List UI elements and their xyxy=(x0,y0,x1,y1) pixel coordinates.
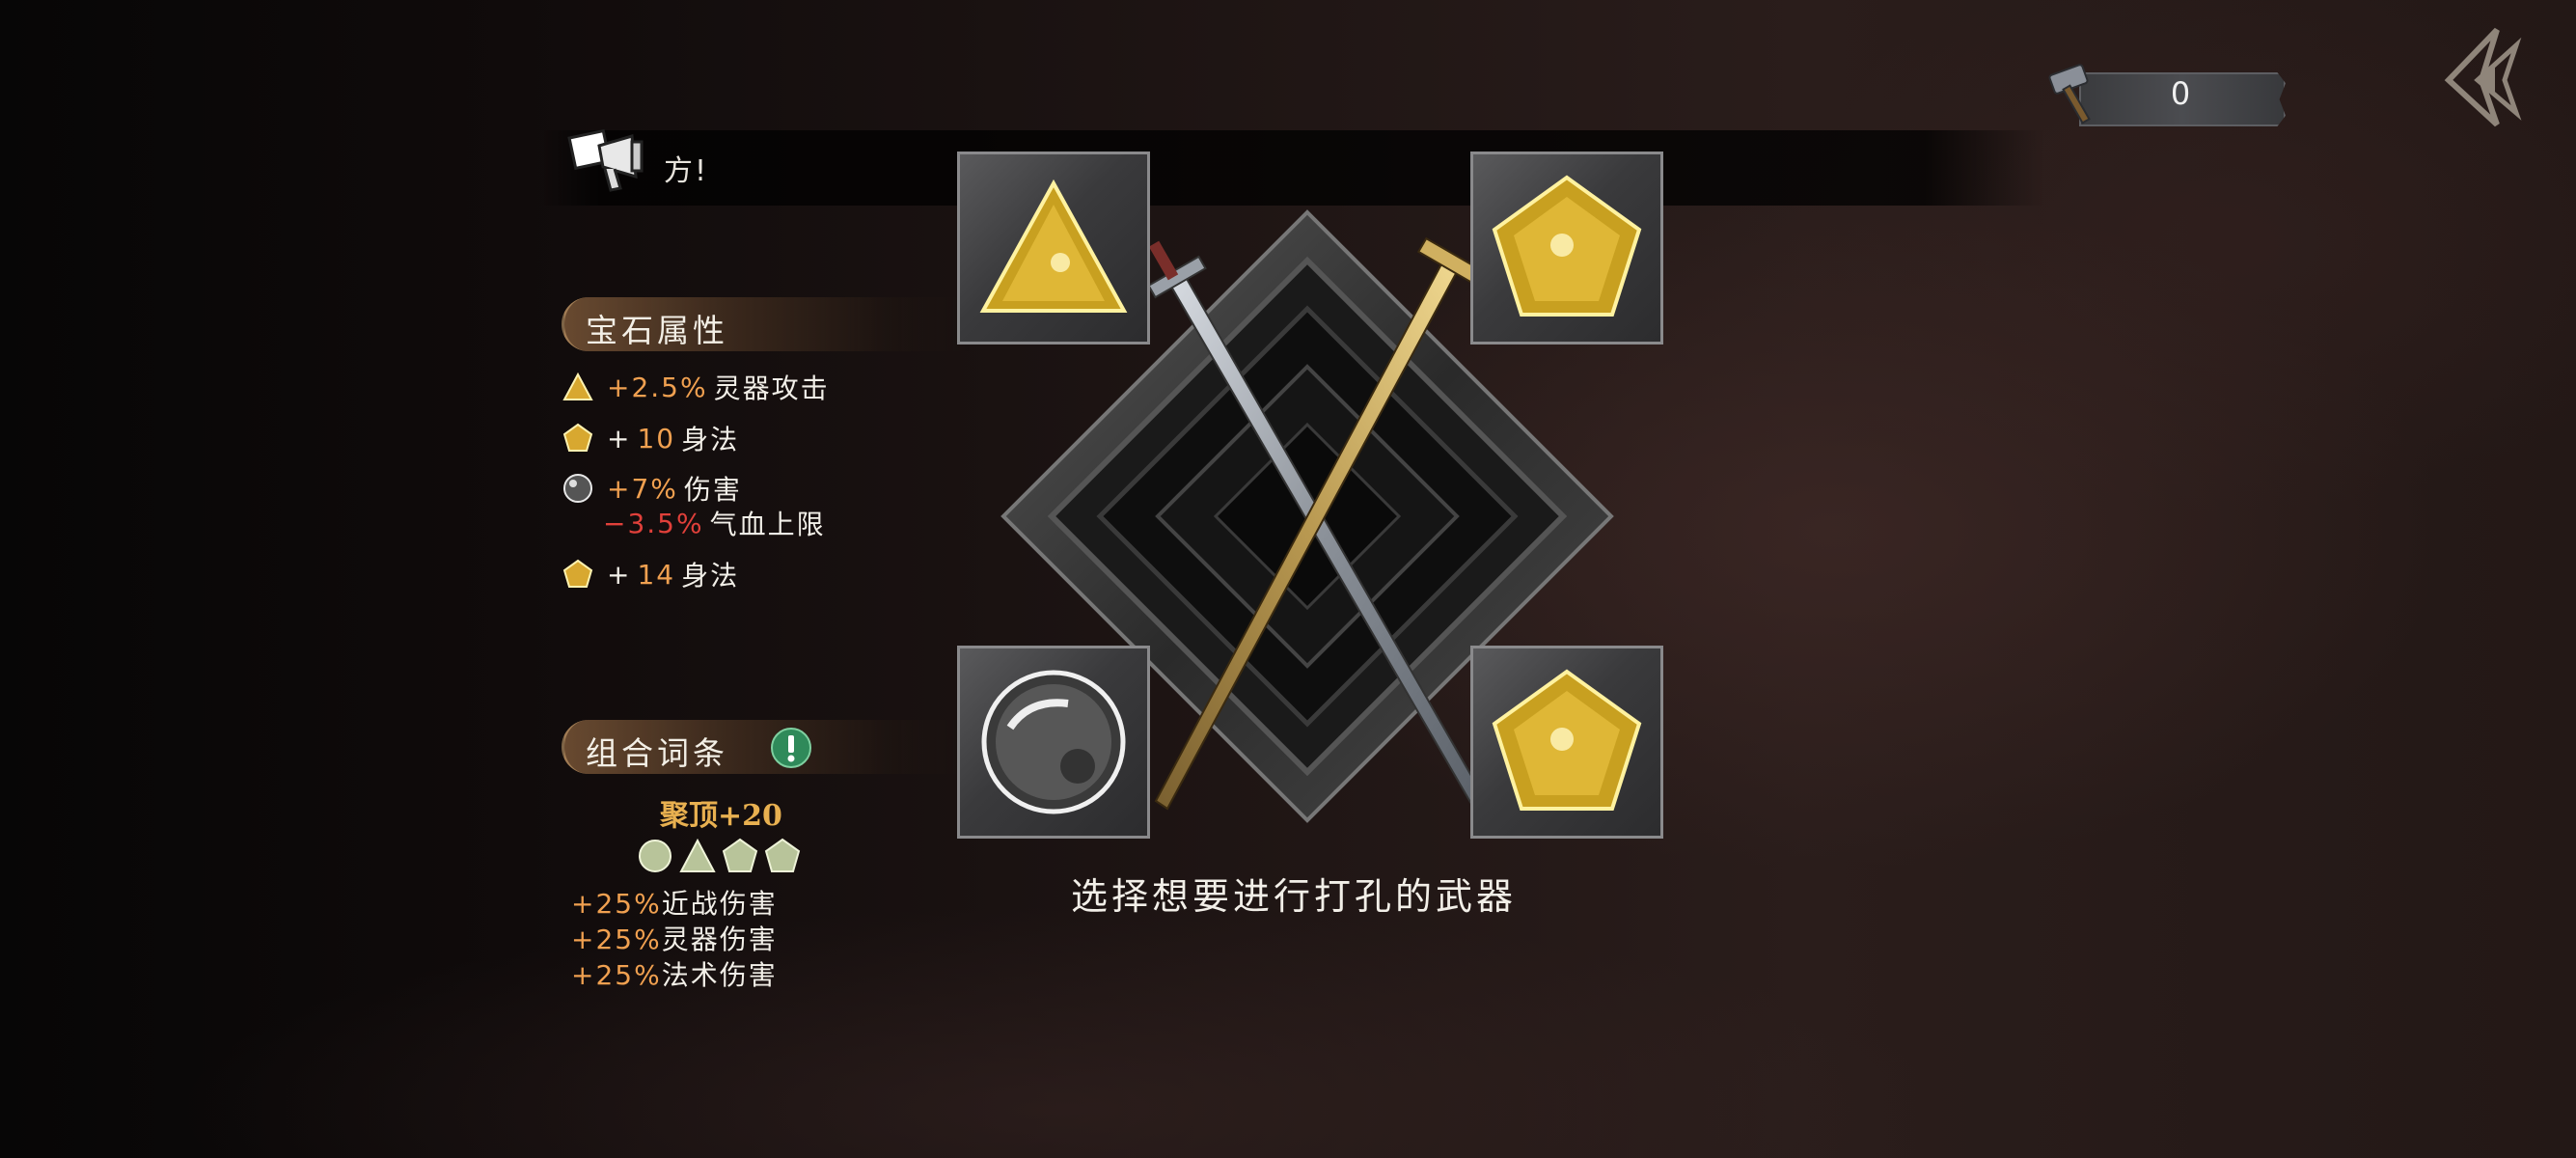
back-button[interactable] xyxy=(2439,24,2526,130)
pentagon-gem-icon xyxy=(1492,175,1642,317)
attr-line-4: + 14 身法 xyxy=(562,555,739,593)
circle-slot-icon xyxy=(639,840,671,872)
combo-title: 组合词条 xyxy=(586,734,728,772)
attr-line-1: +2.5% 灵器攻击 xyxy=(562,368,830,406)
info-icon[interactable] xyxy=(770,727,812,769)
combo-name: 聚顶+20 xyxy=(660,799,782,833)
combo-shape-row xyxy=(637,838,801,874)
gem-slot-bottom-left[interactable] xyxy=(957,646,1150,839)
select-weapon-hint: 选择想要进行打孔的武器 xyxy=(1071,875,1518,918)
triangle-slot-icon xyxy=(679,838,716,872)
combo-effect: +25%灵器伤害 xyxy=(571,924,778,955)
gem-slot-bottom-right[interactable] xyxy=(1470,646,1663,839)
gem-slot-top-right[interactable] xyxy=(1470,152,1663,345)
circle-gem-icon xyxy=(981,670,1126,814)
pentagon-gem-icon xyxy=(1492,669,1642,811)
attr-line-3: +7% 伤害 xyxy=(562,469,742,508)
combo-effects: +25%近战伤害 +25%灵器伤害 +25%法术伤害 xyxy=(571,886,778,993)
triangle-gem-icon xyxy=(562,372,593,400)
attr-line-3b: −3.5% 气血上限 xyxy=(603,507,826,541)
triangle-gem-icon xyxy=(979,179,1128,313)
hammer-count: 0 xyxy=(2170,75,2191,112)
pentagon-gem-icon xyxy=(562,559,593,588)
pentagon-gem-icon xyxy=(562,423,593,452)
circle-gem-icon xyxy=(563,474,592,503)
pentagon-slot-icon xyxy=(764,838,801,872)
megaphone-icon xyxy=(564,121,651,207)
notice-text: 方! xyxy=(664,154,709,188)
gem-attributes-title: 宝石属性 xyxy=(586,312,728,349)
attr-line-2: + 10 身法 xyxy=(562,419,739,457)
gem-slot-top-left[interactable] xyxy=(957,152,1150,345)
combo-effect: +25%法术伤害 xyxy=(571,959,778,991)
combo-effect: +25%近战伤害 xyxy=(571,888,778,920)
notice-banner xyxy=(540,130,2045,206)
pentagon-slot-icon xyxy=(722,838,758,872)
